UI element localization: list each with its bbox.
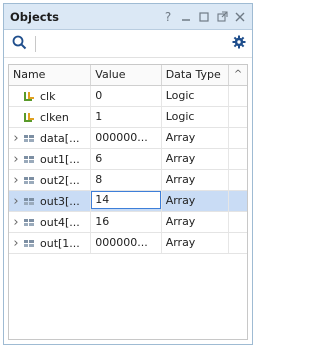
table-row[interactable]: › data[... 000000... Array — [9, 128, 247, 149]
object-name: out3[... — [40, 194, 80, 208]
object-name: out[1... — [40, 236, 80, 250]
chevron-right-icon[interactable]: › — [11, 171, 21, 190]
gear-icon[interactable] — [232, 35, 246, 52]
value-cell[interactable]: 000000... — [91, 128, 162, 148]
scroll-gutter — [229, 86, 247, 106]
chevron-right-icon[interactable]: › — [11, 150, 21, 169]
object-value: 0 — [95, 89, 103, 102]
object-name: clken — [40, 110, 69, 124]
value-cell[interactable]: 000000... — [91, 233, 162, 253]
object-name: clk — [40, 89, 56, 103]
table-body: clk 0 Logic clken 1 Logic › data[... 000000... Ar… — [9, 86, 247, 254]
table-row[interactable]: clken 1 Logic — [9, 107, 247, 128]
name-cell[interactable]: › out1[... — [9, 149, 92, 169]
object-value: 16 — [95, 215, 110, 228]
object-name: data[... — [40, 131, 80, 145]
object-value: 8 — [95, 173, 103, 186]
search-icon[interactable] — [12, 35, 27, 53]
object-value: 14 — [91, 191, 161, 209]
object-value: 000000... — [95, 236, 148, 249]
chevron-right-icon[interactable]: › — [11, 213, 21, 232]
scroll-gutter — [229, 212, 247, 232]
name-cell[interactable]: › data[... — [9, 128, 92, 148]
value-cell[interactable]: 6 — [91, 149, 162, 169]
array-icon — [23, 153, 36, 166]
table-row[interactable]: › out4[... 16 Array — [9, 212, 247, 233]
chevron-up-icon: ^ — [233, 69, 243, 80]
data-type-cell: Array — [162, 170, 230, 190]
object-value: 000000... — [95, 131, 148, 144]
object-name: out2[... — [40, 173, 80, 187]
objects-table: Name Value Data Type ^ clk 0 Logic clken 1 Lo… — [8, 64, 248, 340]
table-row[interactable]: › out3[... 14 Array — [9, 191, 247, 212]
array-icon — [23, 195, 36, 208]
table-header: Name Value Data Type ^ — [9, 65, 247, 86]
table-row[interactable]: clk 0 Logic — [9, 86, 247, 107]
value-cell[interactable]: 8 — [91, 170, 162, 190]
float-icon[interactable] — [216, 11, 228, 23]
help-icon[interactable]: ? — [162, 11, 174, 23]
objects-panel: Objects ? Name Value Data Type ^ clk 0 L… — [3, 3, 253, 345]
object-value: 1 — [95, 110, 103, 123]
toolbar-separator — [35, 35, 36, 52]
name-cell[interactable]: clken — [9, 107, 92, 127]
scroll-gutter — [229, 128, 247, 148]
logic-signal-icon — [23, 111, 36, 124]
close-icon[interactable] — [234, 11, 246, 23]
data-type-cell: Array — [162, 233, 230, 253]
panel-title: Objects — [10, 9, 59, 24]
chevron-right-icon[interactable]: › — [11, 192, 21, 211]
column-header-data-type[interactable]: Data Type — [162, 65, 230, 85]
name-cell[interactable]: › out2[... — [9, 170, 92, 190]
name-cell[interactable]: › out4[... — [9, 212, 92, 232]
array-icon — [23, 174, 36, 187]
table-row[interactable]: › out2[... 8 Array — [9, 170, 247, 191]
object-name: out1[... — [40, 152, 80, 166]
object-value: 6 — [95, 152, 103, 165]
panel-title-bar: Objects ? — [4, 4, 252, 30]
value-edit-field[interactable]: 14 — [91, 191, 162, 211]
data-type-cell: Array — [162, 128, 230, 148]
table-row[interactable]: › out1[... 6 Array — [9, 149, 247, 170]
column-header-name[interactable]: Name — [9, 65, 92, 85]
table-row[interactable]: › out[1... 000000... Array — [9, 233, 247, 254]
name-cell[interactable]: › out[1... — [9, 233, 92, 253]
logic-signal-icon — [23, 90, 36, 103]
chevron-right-icon[interactable]: › — [11, 129, 21, 148]
array-icon — [23, 132, 36, 145]
scroll-gutter — [229, 233, 247, 253]
scroll-gutter — [229, 149, 247, 169]
scroll-gutter — [229, 170, 247, 190]
maximize-icon[interactable] — [198, 11, 210, 23]
data-type-cell: Logic — [162, 107, 230, 127]
data-type-cell: Logic — [162, 86, 230, 106]
value-cell[interactable]: 1 — [91, 107, 162, 127]
scroll-gutter — [229, 191, 247, 211]
name-cell[interactable]: › out3[... — [9, 191, 92, 211]
column-header-value[interactable]: Value — [91, 65, 162, 85]
minimize-icon[interactable] — [180, 11, 192, 23]
data-type-cell: Array — [162, 191, 230, 211]
value-cell[interactable]: 0 — [91, 86, 162, 106]
object-name: out4[... — [40, 215, 80, 229]
name-cell[interactable]: clk — [9, 86, 92, 106]
array-icon — [23, 216, 36, 229]
scroll-gutter — [229, 107, 247, 127]
data-type-cell: Array — [162, 212, 230, 232]
data-type-cell: Array — [162, 149, 230, 169]
value-cell[interactable]: 16 — [91, 212, 162, 232]
chevron-right-icon[interactable]: › — [11, 234, 21, 253]
objects-toolbar — [4, 30, 252, 58]
array-icon — [23, 237, 36, 250]
scroll-up-button[interactable]: ^ — [229, 65, 247, 85]
